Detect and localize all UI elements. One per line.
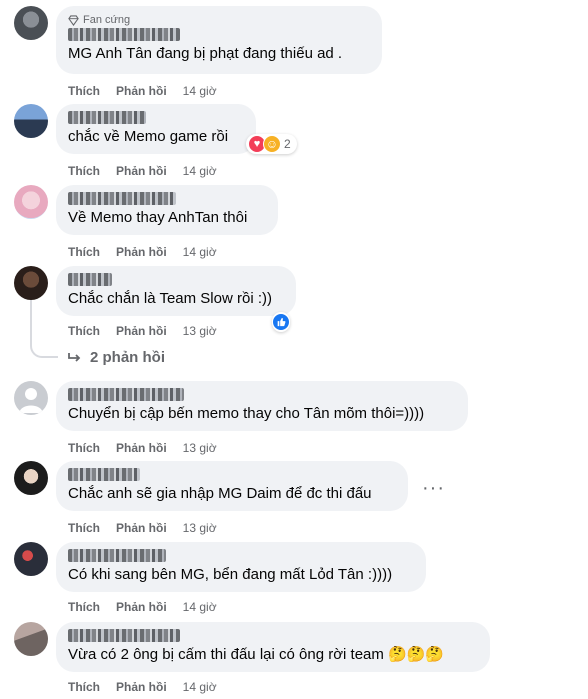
comment-bubble: Chắc chắn là Team Slow rồi :)) [56, 266, 296, 316]
reply-button[interactable]: Phản hồi [116, 84, 167, 98]
author-name[interactable] [68, 192, 176, 205]
timestamp[interactable]: 13 giờ [183, 441, 217, 455]
timestamp[interactable]: 14 giờ [183, 600, 217, 614]
comment-bubble: Có khi sang bên MG, bển đang mất Lỏd Tân… [56, 542, 426, 592]
reply-button[interactable]: Phản hồi [116, 324, 167, 338]
like-button[interactable]: Thích [68, 324, 100, 338]
reaction-summary[interactable] [272, 312, 290, 332]
author-name[interactable] [68, 468, 140, 481]
reply-arrow-icon [68, 352, 81, 362]
avatar[interactable] [14, 542, 48, 576]
comment-feed: Fan cứng MG Anh Tân đang bị phạt đang th… [0, 0, 588, 699]
reply-button[interactable]: Phản hồi [116, 164, 167, 178]
comment-text: Chuyển bị cập bến memo thay cho Tân mõm … [68, 405, 425, 422]
comment-bubble: Chắc anh sẽ gia nhập MG Daim để đc thi đ… [56, 461, 408, 511]
avatar[interactable] [14, 381, 48, 415]
comment-text: MG Anh Tân đang bị phạt đang thiếu ad . [68, 45, 343, 62]
comment-actions: Thích Phản hồi 13 giờ [68, 324, 233, 338]
like-button[interactable]: Thích [68, 164, 100, 178]
comment-text: Có khi sang bên MG, bển đang mất Lỏd Tân… [68, 566, 393, 583]
reply-button[interactable]: Phản hồi [116, 680, 167, 694]
reply-button[interactable]: Phản hồi [116, 441, 167, 455]
timestamp[interactable]: 13 giờ [183, 521, 217, 535]
comment-text: Vừa có 2 ông bị cấm thi đấu lại có ông r… [68, 645, 478, 665]
avatar[interactable] [14, 185, 48, 219]
default-avatar-icon [19, 388, 43, 413]
like-button[interactable]: Thích [68, 84, 100, 98]
reply-button[interactable]: Phản hồi [116, 245, 167, 259]
comment-bubble: Fan cứng MG Anh Tân đang bị phạt đang th… [56, 6, 382, 74]
author-name[interactable] [68, 28, 180, 41]
like-button[interactable]: Thích [68, 521, 100, 535]
like-button[interactable]: Thích [68, 680, 100, 694]
author-name[interactable] [68, 388, 184, 401]
comment-text-body: Vừa có 2 ông bị cấm thi đấu lại có ông r… [68, 646, 384, 663]
more-options-icon[interactable]: ··· [422, 478, 445, 498]
timestamp[interactable]: 14 giờ [183, 84, 217, 98]
avatar[interactable] [14, 622, 48, 656]
author-name[interactable] [68, 273, 112, 286]
avatar[interactable] [14, 104, 48, 138]
comment-actions: Thích Phản hồi 13 giờ [68, 441, 233, 455]
avatar[interactable] [14, 461, 48, 495]
comment-text: Chắc chắn là Team Slow rồi :)) [68, 290, 272, 307]
timestamp[interactable]: 14 giờ [183, 164, 217, 178]
comment-bubble: Vừa có 2 ông bị cấm thi đấu lại có ông r… [56, 622, 490, 672]
care-icon: ☺ [263, 135, 281, 153]
like-button[interactable]: Thích [68, 441, 100, 455]
comment-text: Chắc anh sẽ gia nhập MG Daim để đc thi đ… [68, 485, 372, 502]
reply-button[interactable]: Phản hồi [116, 521, 167, 535]
like-button[interactable]: Thích [68, 600, 100, 614]
reaction-count: 2 [284, 137, 291, 151]
author-name[interactable] [68, 549, 166, 562]
avatar[interactable] [14, 6, 48, 40]
replies-count[interactable]: 2 phản hồi [90, 349, 165, 366]
comment-bubble: chắc về Memo game rồi [56, 104, 256, 154]
comment-actions: Thích Phản hồi 13 giờ [68, 521, 233, 535]
comment-bubble: Chuyển bị cập bến memo thay cho Tân mõm … [56, 381, 468, 431]
comment-actions: Thích Phản hồi 14 giờ [68, 164, 233, 178]
thread-connector [30, 292, 58, 358]
like-icon [272, 313, 290, 331]
comment-bubble: Về Memo thay AnhTan thôi [56, 185, 278, 235]
comment-text: Về Memo thay AnhTan thôi [68, 209, 248, 226]
comment-text: chắc về Memo game rồi [68, 128, 229, 145]
avatar[interactable] [14, 266, 48, 300]
thinking-emoji: 🤔🤔🤔 [388, 646, 445, 663]
diamond-icon [68, 14, 79, 26]
comment-actions: Thích Phản hồi 14 giờ [68, 245, 233, 259]
timestamp[interactable]: 14 giờ [183, 245, 217, 259]
comment-actions: Thích Phản hồi 14 giờ [68, 600, 233, 614]
timestamp[interactable]: 14 giờ [183, 680, 217, 694]
view-replies-link[interactable]: 2 phản hồi [68, 349, 165, 366]
like-button[interactable]: Thích [68, 245, 100, 259]
author-name[interactable] [68, 111, 146, 124]
comment-actions: Thích Phản hồi 14 giờ [68, 680, 233, 694]
badge-label: Fan cứng [83, 14, 131, 26]
author-name[interactable] [68, 629, 180, 642]
reply-button[interactable]: Phản hồi [116, 600, 167, 614]
reaction-summary[interactable]: ♥ ☺ 2 [246, 134, 297, 154]
timestamp[interactable]: 13 giờ [183, 324, 217, 338]
badge: Fan cứng [68, 13, 370, 27]
comment-actions: Thích Phản hồi 14 giờ [68, 84, 233, 98]
